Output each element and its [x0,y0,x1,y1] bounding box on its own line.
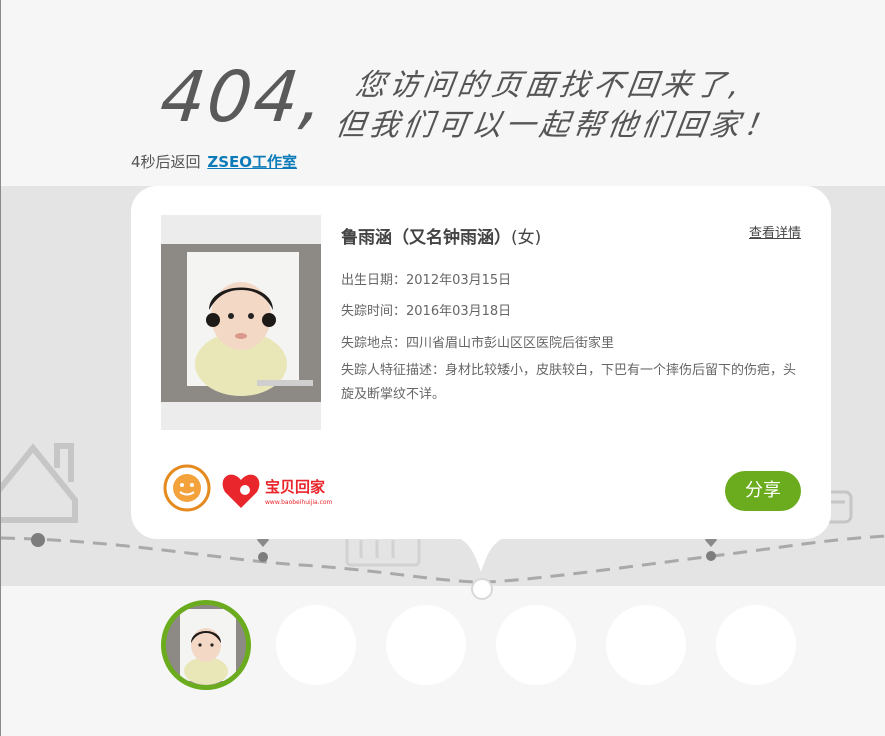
birth-date: 出生日期：2012年03月15日 [341,273,512,288]
child-thumbnail[interactable] [276,605,356,685]
child-gender: (女) [511,228,542,248]
partner-logos: 宝贝回家 www.baobeihuijia.com [161,464,341,514]
missing-child-card: 鲁雨涵（又名钟雨涵）(女) 查看详情 出生日期：2012年03月15日 失踪时间… [131,186,831,572]
hero-line-1: 您访问的页面找不回来了, [353,68,746,103]
child-photo-image [161,244,321,402]
baobei-logo-text: 宝贝回家 [265,478,325,496]
child-thumbnail[interactable] [496,605,576,685]
partner-logos-image: 宝贝回家 www.baobeihuijia.com [163,464,333,512]
child-photo[interactable] [161,244,321,402]
missing-time: 失踪时间：2016年03月18日 [341,304,512,319]
share-button[interactable]: 分享 [725,471,801,511]
child-name: 鲁雨涵（又名钟雨涵） [341,228,511,248]
hero-title: 404, 您访问的页面找不回来了, 但我们可以一起帮他们回家！ [157,56,861,146]
child-thumbnail[interactable] [716,605,796,685]
child-name-row: 鲁雨涵（又名钟雨涵）(女) [341,223,541,248]
home-link[interactable]: ZSEO工作室 [207,153,297,171]
child-thumbnail-active[interactable] [161,600,251,690]
card-pointer [453,536,509,572]
countdown-text: 4秒后返回 [131,153,201,171]
child-thumbnail[interactable] [606,605,686,685]
child-thumbnail[interactable] [386,605,466,685]
error-code: 404, [156,56,330,138]
baobei-logo-url: www.baobeihuijia.com [265,499,333,506]
child-thumbnail-image [166,605,246,685]
view-details-link[interactable]: 查看详情 [749,222,801,241]
tencent-charity-logo-icon [163,464,211,512]
countdown: 4秒后返回 ZSEO工作室 [131,151,297,172]
missing-place: 失踪地点：四川省眉山市彭山区区医院后街家里 [341,336,615,351]
feature-description: 失踪人特征描述：身材比较矮小，皮肤较白，下巴有一个摔伤后留下的伤疤，头旋及断掌纹… [341,363,797,402]
child-photo-frame [161,215,321,430]
baobeihuijia-logo: 宝贝回家 www.baobeihuijia.com [222,474,333,508]
hero-line-2: 但我们可以一起帮他们回家！ [333,108,780,143]
